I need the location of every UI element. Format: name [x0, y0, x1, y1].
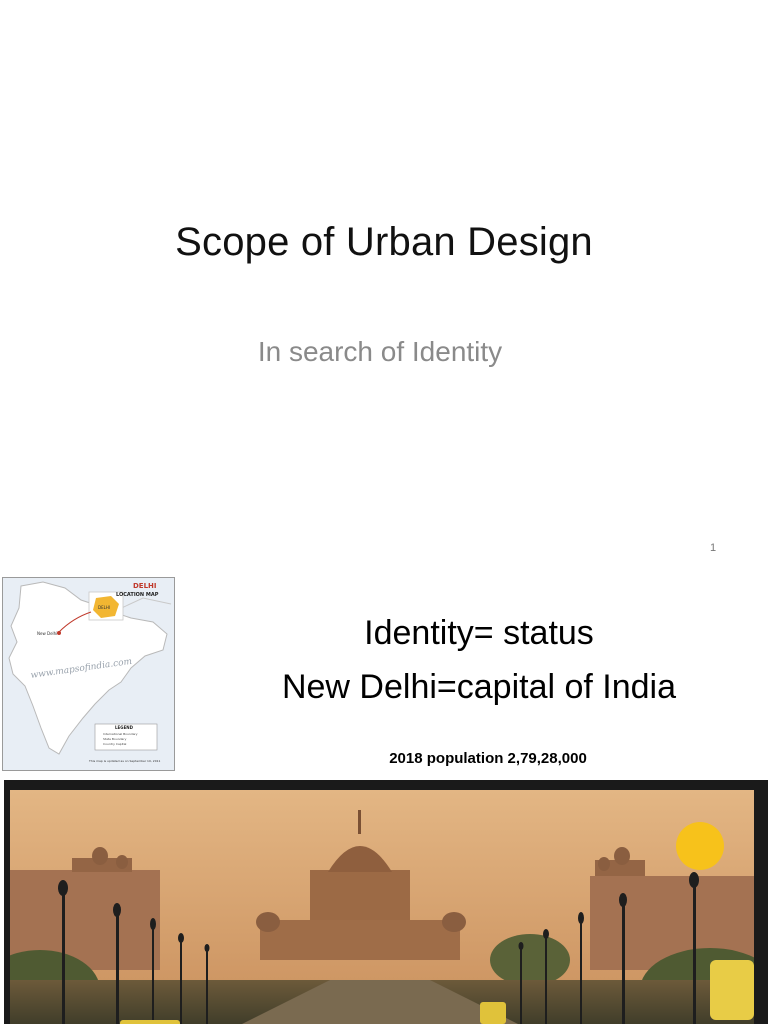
inset-label: DELHI	[98, 605, 110, 610]
population-note: 2018 population 2,79,28,000	[389, 750, 587, 767]
slide-subtitle: In search of Identity	[257, 336, 503, 367]
map-title: DELHI	[133, 582, 157, 590]
page-number: 1	[710, 542, 717, 554]
legend-item: Country Capital	[103, 742, 127, 746]
slide-2: DELHI New Delhi DELHI LOCATION MAP www.m…	[0, 574, 768, 1024]
legend-item: State Boundary	[103, 737, 127, 741]
map-subtitle: LOCATION MAP	[116, 592, 159, 598]
legend-item: International Boundary	[103, 732, 138, 736]
heading-line-1: Identity= status	[364, 614, 594, 652]
map-footer: This map is updated as on September 10, …	[88, 759, 161, 763]
india-map-icon: DELHI New Delhi DELHI LOCATION MAP www.m…	[3, 578, 174, 770]
city-label: New Delhi	[37, 631, 57, 636]
legend-title: LEGEND	[115, 725, 134, 730]
delhi-location-map: DELHI New Delhi DELHI LOCATION MAP www.m…	[2, 577, 175, 771]
heading-line-2: New Delhi=capital of India	[281, 668, 677, 706]
slide-title: Scope of Urban Design	[175, 220, 593, 264]
rashtrapati-bhavan-photo-icon	[10, 790, 754, 1024]
slide-1: Scope of Urban Design In search of Ident…	[0, 0, 768, 574]
photo-frame	[4, 780, 768, 1024]
delhi-marker-icon	[57, 631, 61, 635]
